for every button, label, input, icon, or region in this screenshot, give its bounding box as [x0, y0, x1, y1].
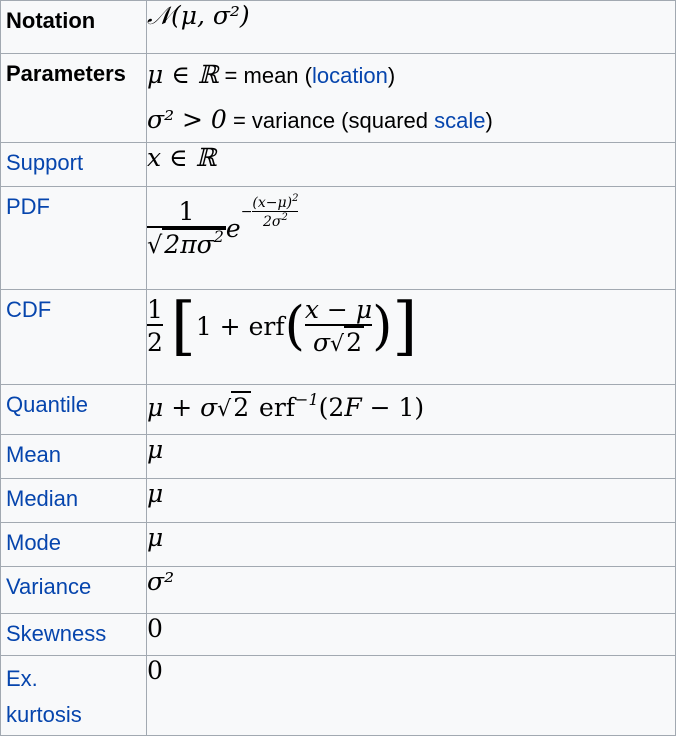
row-cdf: CDF 1 2 [1 + erf( x − μ σ√2 )]	[0, 289, 676, 385]
quantile-formula: μ + σ√2 erf−1(2F − 1)	[146, 384, 676, 435]
distribution-infobox: Notation 𝒩(μ, σ²) Parameters μ ∈ ℝ = mea…	[0, 0, 676, 736]
row-pdf: PDF 1 √2πσ2 e − (x−μ)2 2σ2	[0, 186, 676, 290]
kurtosis-label[interactable]: Ex. kurtosis	[0, 655, 147, 736]
parameter-mean-line: μ ∈ ℝ = mean (location)	[147, 60, 396, 89]
support-value: x ∈ ℝ	[146, 142, 676, 187]
variance-value: σ²	[146, 566, 676, 614]
row-mean: Mean μ	[0, 434, 676, 479]
mode-value: μ	[146, 522, 676, 567]
row-kurtosis: Ex. kurtosis 0	[0, 655, 676, 736]
cdf-inner-fraction: x − μ σ√2	[304, 295, 373, 357]
pdf-label[interactable]: PDF	[0, 186, 147, 290]
mu-in-reals: μ ∈ ℝ	[147, 60, 219, 89]
row-parameters: Parameters μ ∈ ℝ = mean (location) σ² > …	[0, 53, 676, 143]
row-skewness: Skewness 0	[0, 613, 676, 656]
variance-label[interactable]: Variance	[0, 566, 147, 614]
scale-link[interactable]: scale	[434, 108, 485, 133]
location-link[interactable]: location	[312, 63, 388, 88]
parameter-variance-line: σ² > 0 = variance (squared scale)	[147, 105, 493, 134]
mode-label[interactable]: Mode	[0, 522, 147, 567]
median-label[interactable]: Median	[0, 478, 147, 523]
row-quantile: Quantile μ + σ√2 erf−1(2F − 1)	[0, 384, 676, 435]
pdf-fraction: 1 √2πσ2	[147, 197, 226, 259]
kurtosis-value: 0	[146, 655, 676, 736]
cdf-half: 1 2	[147, 295, 163, 357]
row-variance: Variance σ²	[0, 566, 676, 614]
cdf-formula: 1 2 [1 + erf( x − μ σ√2 )]	[146, 289, 676, 385]
row-support: Support x ∈ ℝ	[0, 142, 676, 187]
median-value: μ	[146, 478, 676, 523]
notation-label: Notation	[0, 0, 147, 54]
pdf-formula: 1 √2πσ2 e − (x−μ)2 2σ2	[146, 186, 676, 290]
skewness-value: 0	[146, 613, 676, 656]
notation-value: 𝒩(μ, σ²)	[146, 0, 676, 54]
skewness-label[interactable]: Skewness	[0, 613, 147, 656]
row-mode: Mode μ	[0, 522, 676, 567]
row-notation: Notation 𝒩(μ, σ²)	[0, 0, 676, 54]
quantile-label[interactable]: Quantile	[0, 384, 147, 435]
row-median: Median μ	[0, 478, 676, 523]
sigma-squared-positive: σ² > 0	[147, 105, 227, 134]
parameters-label: Parameters	[0, 53, 147, 143]
mean-label[interactable]: Mean	[0, 434, 147, 479]
mean-value: μ	[146, 434, 676, 479]
cdf-label[interactable]: CDF	[0, 289, 147, 385]
support-label[interactable]: Support	[0, 142, 147, 187]
parameters-value: μ ∈ ℝ = mean (location) σ² > 0 = varianc…	[146, 53, 676, 143]
